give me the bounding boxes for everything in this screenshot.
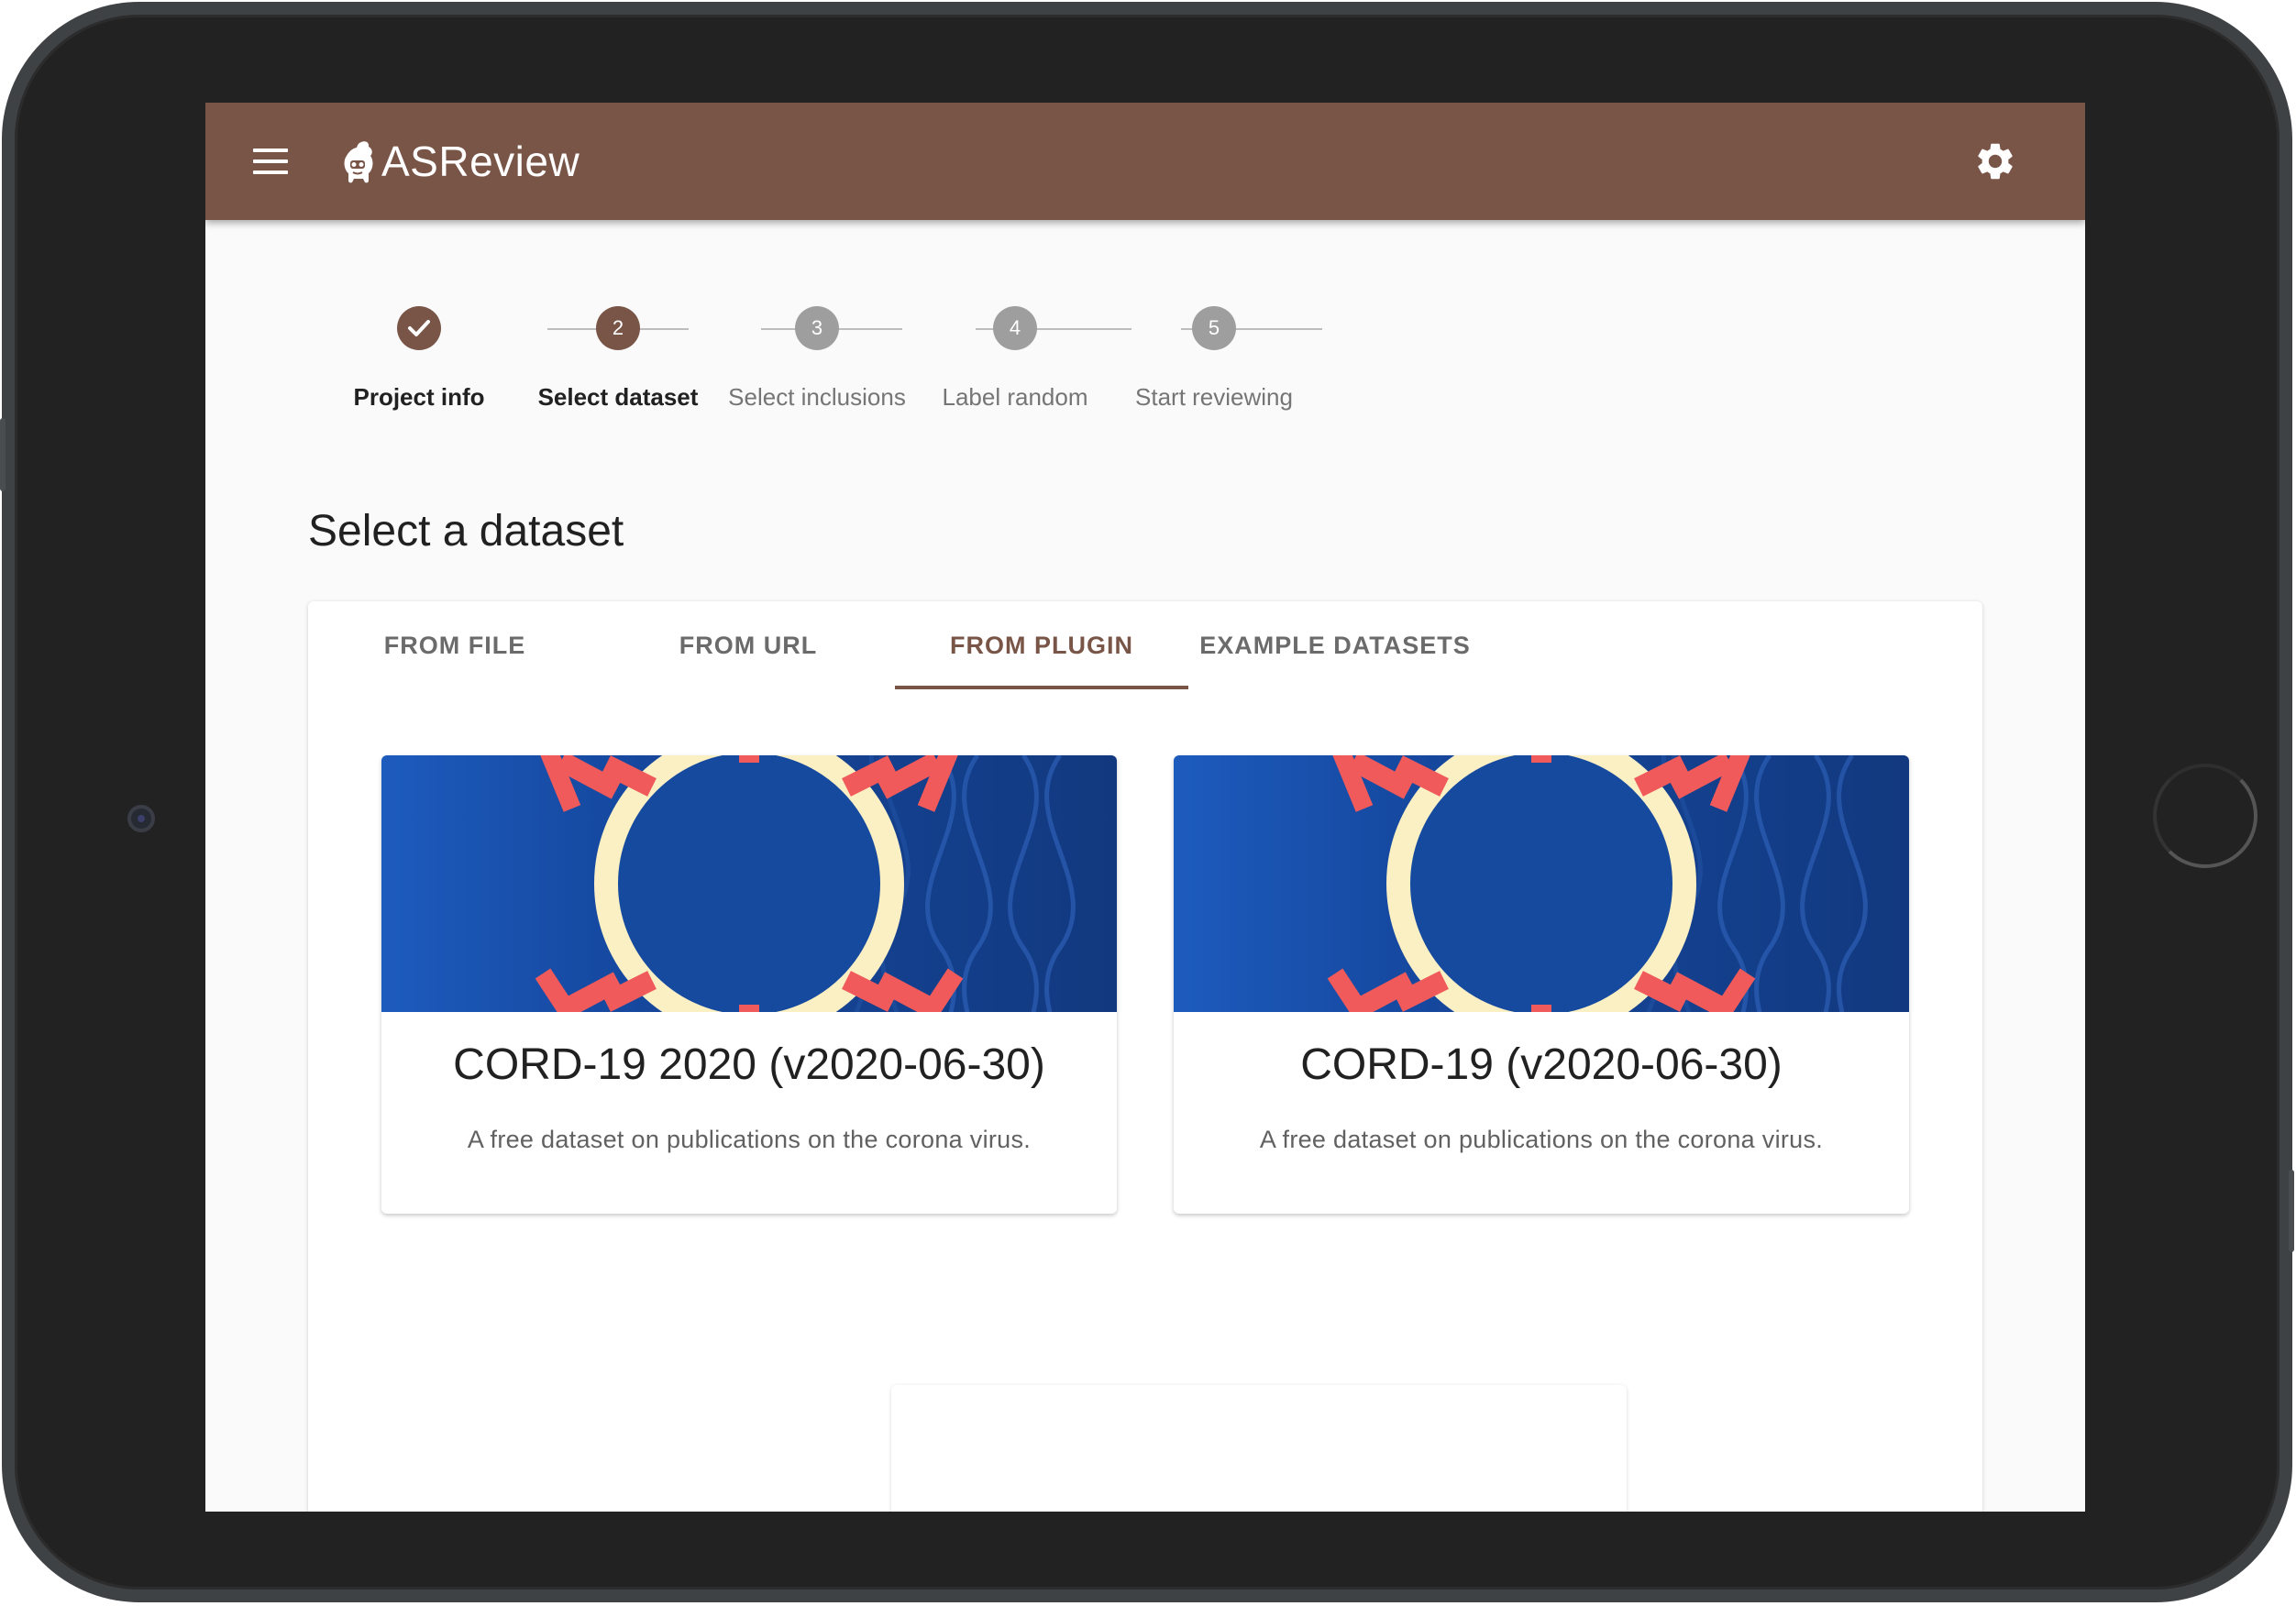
app-bar: ASReview (205, 103, 2085, 220)
app-screen: ASReview Project info 2 Select dataset 3… (205, 103, 2085, 1512)
step-label: Start reviewing (1135, 383, 1293, 411)
coronavirus-illustration-icon (381, 755, 1117, 1012)
step-number: 3 (795, 306, 839, 350)
power-button (2289, 1170, 2294, 1252)
step-number: 5 (1192, 306, 1236, 350)
tab-from-plugin[interactable]: FROM PLUGIN (895, 601, 1188, 689)
asreview-logo-icon (344, 141, 373, 183)
home-button[interactable] (2153, 764, 2257, 868)
brand: ASReview (341, 133, 580, 190)
app-title: ASReview (381, 138, 580, 185)
dataset-panel: FROM FILE FROM URL FROM PLUGIN EXAMPLE D… (308, 601, 1982, 1512)
step-number: 2 (596, 306, 640, 350)
dataset-tabs: FROM FILE FROM URL FROM PLUGIN EXAMPLE D… (308, 601, 1982, 689)
dataset-card[interactable]: CORD-19 2020 (v2020-06-30) A free datase… (381, 755, 1117, 1214)
coronavirus-illustration-icon (1174, 755, 1909, 1012)
step-number: 4 (993, 306, 1037, 350)
dataset-title: CORD-19 (v2020-06-30) (1300, 1040, 1783, 1089)
tab-from-url[interactable]: FROM URL (602, 601, 895, 689)
dataset-card[interactable]: CORD-19 (v2020-06-30) A free dataset on … (1174, 755, 1909, 1214)
tab-indicator (895, 686, 1188, 689)
dataset-description: A free dataset on publications on the co… (467, 1126, 1032, 1153)
page-title: Select a dataset (308, 507, 624, 556)
dataset-description: A free dataset on publications on the co… (1259, 1126, 1824, 1153)
tab-from-file[interactable]: FROM FILE (308, 601, 602, 689)
menu-icon[interactable] (253, 148, 288, 174)
volume-button (0, 418, 6, 491)
front-camera (127, 805, 155, 832)
tab-example-datasets[interactable]: EXAMPLE DATASETS (1188, 601, 1482, 689)
dataset-card-placeholder[interactable] (891, 1385, 1627, 1512)
check-icon (397, 306, 441, 350)
stepper: Project info 2 Select dataset 3 Select i… (205, 306, 2085, 416)
gear-icon[interactable] (1973, 139, 2017, 183)
dataset-title: CORD-19 2020 (v2020-06-30) (453, 1040, 1045, 1089)
